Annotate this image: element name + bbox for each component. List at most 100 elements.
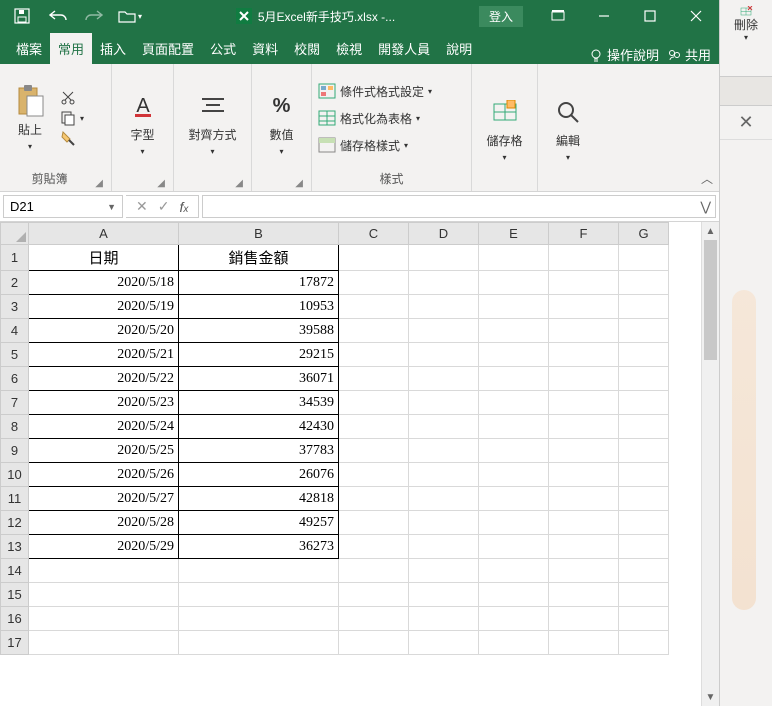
cell-A5[interactable]: 2020/5/21	[29, 343, 179, 367]
cell-D2[interactable]	[409, 271, 479, 295]
cell-D1[interactable]	[409, 245, 479, 271]
number-group-button[interactable]: % 數值▾	[258, 90, 305, 156]
cells-group-button[interactable]: 儲存格▾	[481, 96, 529, 162]
cell-A10[interactable]: 2020/5/26	[29, 463, 179, 487]
cell-B12[interactable]: 49257	[179, 511, 339, 535]
select-all-corner[interactable]	[1, 223, 29, 245]
tab-page-layout[interactable]: 頁面配置	[134, 33, 202, 64]
fx-icon[interactable]: fx	[179, 199, 188, 215]
tab-developer[interactable]: 開發人員	[370, 33, 438, 64]
cell-D13[interactable]	[409, 535, 479, 559]
cell-D14[interactable]	[409, 559, 479, 583]
cell-B10[interactable]: 26076	[179, 463, 339, 487]
cell-A3[interactable]: 2020/5/19	[29, 295, 179, 319]
cell-A9[interactable]: 2020/5/25	[29, 439, 179, 463]
cell-G10[interactable]	[619, 463, 669, 487]
cell-D4[interactable]	[409, 319, 479, 343]
minimize-icon[interactable]	[581, 0, 627, 32]
cell-E2[interactable]	[479, 271, 549, 295]
row-header-4[interactable]: 4	[1, 319, 29, 343]
scroll-up-icon[interactable]: ▲	[702, 222, 719, 240]
cell-G17[interactable]	[619, 631, 669, 655]
cell-B16[interactable]	[179, 607, 339, 631]
cell-A6[interactable]: 2020/5/22	[29, 367, 179, 391]
col-header-B[interactable]: B	[179, 223, 339, 245]
cell-A1[interactable]: 日期	[29, 245, 179, 271]
cell-F8[interactable]	[549, 415, 619, 439]
cell-D12[interactable]	[409, 511, 479, 535]
cell-G15[interactable]	[619, 583, 669, 607]
redo-icon[interactable]	[80, 2, 108, 30]
cell-B5[interactable]: 29215	[179, 343, 339, 367]
cell-E3[interactable]	[479, 295, 549, 319]
format-painter-button[interactable]	[60, 130, 84, 146]
row-header-8[interactable]: 8	[1, 415, 29, 439]
cell-E15[interactable]	[479, 583, 549, 607]
cell-C14[interactable]	[339, 559, 409, 583]
tab-home[interactable]: 常用	[50, 33, 92, 64]
row-header-1[interactable]: 1	[1, 245, 29, 271]
clipboard-dialog-launcher[interactable]: ◢	[93, 178, 105, 189]
tab-review[interactable]: 校閱	[286, 33, 328, 64]
cell-A14[interactable]	[29, 559, 179, 583]
number-dialog-launcher[interactable]: ◢	[293, 178, 305, 189]
cell-F11[interactable]	[549, 487, 619, 511]
cell-B7[interactable]: 34539	[179, 391, 339, 415]
cell-F7[interactable]	[549, 391, 619, 415]
cell-E12[interactable]	[479, 511, 549, 535]
cell-A15[interactable]	[29, 583, 179, 607]
cell-G16[interactable]	[619, 607, 669, 631]
cancel-formula-icon[interactable]: ✕	[136, 198, 148, 215]
cell-F4[interactable]	[549, 319, 619, 343]
cell-E4[interactable]	[479, 319, 549, 343]
cell-D3[interactable]	[409, 295, 479, 319]
cell-B1[interactable]: 銷售金額	[179, 245, 339, 271]
scroll-thumb[interactable]	[704, 240, 717, 360]
undo-icon[interactable]	[44, 2, 72, 30]
row-header-5[interactable]: 5	[1, 343, 29, 367]
cell-B15[interactable]	[179, 583, 339, 607]
cell-B9[interactable]: 37783	[179, 439, 339, 463]
cell-C2[interactable]	[339, 271, 409, 295]
row-header-7[interactable]: 7	[1, 391, 29, 415]
cell-B6[interactable]: 36071	[179, 367, 339, 391]
cell-F9[interactable]	[549, 439, 619, 463]
cell-C7[interactable]	[339, 391, 409, 415]
col-header-D[interactable]: D	[409, 223, 479, 245]
maximize-icon[interactable]	[627, 0, 673, 32]
cell-F12[interactable]	[549, 511, 619, 535]
cell-B13[interactable]: 36273	[179, 535, 339, 559]
col-header-E[interactable]: E	[479, 223, 549, 245]
col-header-A[interactable]: A	[29, 223, 179, 245]
cell-B17[interactable]	[179, 631, 339, 655]
cell-E17[interactable]	[479, 631, 549, 655]
cell-E5[interactable]	[479, 343, 549, 367]
row-header-11[interactable]: 11	[1, 487, 29, 511]
tab-data[interactable]: 資料	[244, 33, 286, 64]
login-button[interactable]: 登入	[479, 6, 523, 27]
cell-B3[interactable]: 10953	[179, 295, 339, 319]
cell-G13[interactable]	[619, 535, 669, 559]
tell-me[interactable]: 操作說明	[589, 45, 659, 64]
row-header-10[interactable]: 10	[1, 463, 29, 487]
cell-C1[interactable]	[339, 245, 409, 271]
format-as-table-button[interactable]: 格式化為表格▾	[318, 110, 432, 127]
ribbon-options-icon[interactable]	[535, 0, 581, 32]
cell-E1[interactable]	[479, 245, 549, 271]
cell-A17[interactable]	[29, 631, 179, 655]
col-header-F[interactable]: F	[549, 223, 619, 245]
cell-E7[interactable]	[479, 391, 549, 415]
tab-help[interactable]: 說明	[438, 33, 480, 64]
cell-F14[interactable]	[549, 559, 619, 583]
cell-D11[interactable]	[409, 487, 479, 511]
save-icon[interactable]	[8, 2, 36, 30]
cell-C9[interactable]	[339, 439, 409, 463]
cell-A7[interactable]: 2020/5/23	[29, 391, 179, 415]
cell-F3[interactable]	[549, 295, 619, 319]
col-header-C[interactable]: C	[339, 223, 409, 245]
cell-D15[interactable]	[409, 583, 479, 607]
cell-F17[interactable]	[549, 631, 619, 655]
cell-D6[interactable]	[409, 367, 479, 391]
cell-A13[interactable]: 2020/5/29	[29, 535, 179, 559]
row-header-13[interactable]: 13	[1, 535, 29, 559]
